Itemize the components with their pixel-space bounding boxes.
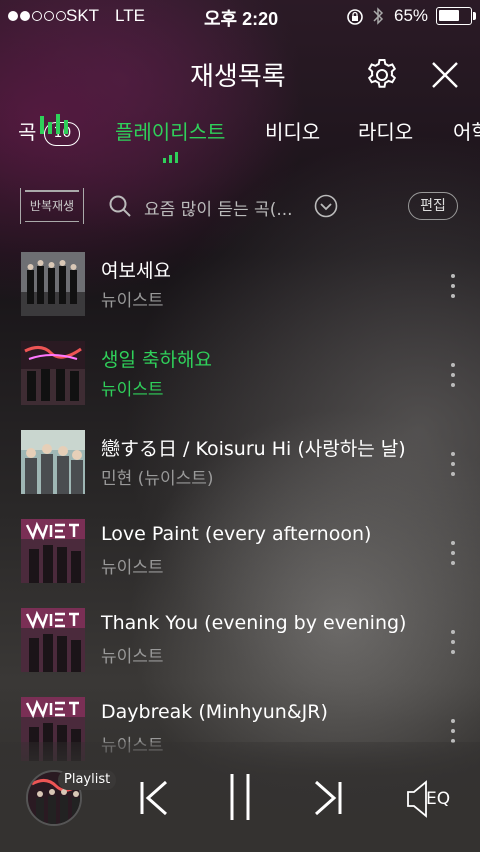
pause-icon[interactable] [226,772,254,822]
list-item[interactable]: 여보세요 뉴이스트 [0,250,480,338]
album-art [21,519,85,583]
album-art [21,430,85,494]
active-tab-indicator-icon [163,152,178,163]
search-input[interactable]: 요즘 많이 듣는 곡(... [144,195,293,220]
search-icon[interactable] [108,194,132,218]
song-title: Love Paint (every afternoon) [101,523,372,545]
chevron-down-icon[interactable] [314,194,338,218]
song-title: Thank You (evening by evening) [101,612,407,634]
more-options-icon[interactable] [446,630,460,654]
song-artist: 민현 (뉴이스트) [101,469,214,489]
song-title: 생일 축하해요 [101,349,212,371]
carrier-label: SKT [66,6,100,25]
song-title: 여보세요 [101,260,171,282]
now-playing-equalizer-icon [40,114,68,134]
song-title: 戀する日 / Koisuru Hi (사랑하는 날) [101,438,406,460]
tab-playlist[interactable]: 플레이리스트 [115,116,225,145]
more-options-icon[interactable] [446,363,460,387]
tab-video[interactable]: 비디오 [265,116,320,145]
list-item[interactable]: 戀する日 / Koisuru Hi (사랑하는 날) 민현 (뉴이스트) [0,428,480,516]
close-icon[interactable] [428,58,462,92]
bluetooth-icon [373,7,384,25]
page-title: 재생목록 [190,62,286,92]
album-art [21,252,85,316]
eq-button[interactable]: EQ [404,778,460,820]
song-title: Daybreak (Minhyun&JR) [101,701,328,723]
list-item[interactable]: Thank You (evening by evening) 뉴이스트 [0,606,480,694]
song-artist: 뉴이스트 [101,380,164,400]
edit-button[interactable]: 편집 [408,192,458,220]
tab-radio[interactable]: 라디오 [358,116,413,145]
more-options-icon[interactable] [446,274,460,298]
network-label: LTE [115,6,145,25]
category-tabs: 곡10 플레이리스트 비디오 라디오 어학 [0,116,480,164]
clock: 오후 2:20 [204,9,279,29]
more-options-icon[interactable] [446,541,460,565]
next-track-icon[interactable] [312,780,344,816]
speaker-icon [407,780,427,818]
album-art [21,341,85,405]
eq-label: EQ [426,789,451,809]
tab-language[interactable]: 어학 [453,116,480,145]
previous-track-icon[interactable] [138,780,170,816]
repeat-button[interactable]: 반복재생 [20,188,84,224]
list-item-now-playing[interactable]: 생일 축하해요 뉴이스트 [0,339,480,427]
song-artist: 뉴이스트 [101,647,164,667]
battery-icon [436,7,472,25]
song-artist: 뉴이스트 [101,291,164,311]
status-bar: SKT LTE 오후 2:20 65% [0,0,480,32]
rotation-lock-icon [347,9,363,25]
signal-strength-icon [8,11,66,21]
playlist-label[interactable]: Playlist [58,770,117,790]
list-item[interactable]: Love Paint (every afternoon) 뉴이스트 [0,517,480,605]
album-art [21,608,85,672]
more-options-icon[interactable] [446,719,460,743]
battery-percent: 65% [394,6,429,25]
more-options-icon[interactable] [446,452,460,476]
settings-gear-icon[interactable] [364,57,400,93]
song-artist: 뉴이스트 [101,558,164,578]
tab-label: 곡 [18,120,37,144]
